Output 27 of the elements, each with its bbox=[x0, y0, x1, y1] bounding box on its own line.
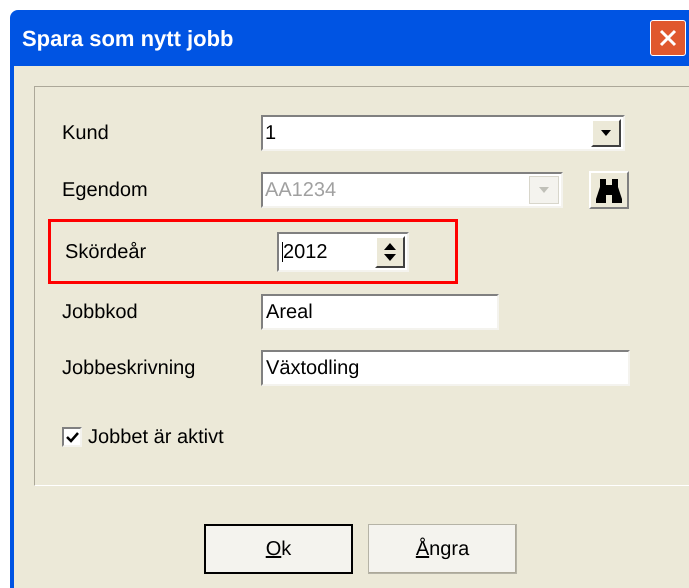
field-value: Areal bbox=[266, 302, 313, 322]
caret-icon bbox=[600, 130, 612, 136]
dialog-button[interactable]: Ångra bbox=[368, 524, 517, 574]
close-button[interactable] bbox=[650, 20, 686, 56]
field-label: Jobbeskrivning bbox=[61, 356, 196, 381]
dropdown-field[interactable]: 1 bbox=[261, 115, 625, 151]
field-label: Jobbkod bbox=[61, 300, 139, 325]
binoculars-icon bbox=[595, 177, 623, 203]
up-down-arrows-icon bbox=[383, 242, 397, 262]
window-title: Spara som nytt jobb bbox=[22, 24, 234, 53]
field-value: AA1234 bbox=[265, 180, 336, 200]
field-label: Egendom bbox=[61, 178, 149, 203]
close-icon bbox=[659, 29, 677, 47]
checkmark-icon bbox=[66, 432, 78, 442]
checkbox-label: Jobbet är aktivt bbox=[88, 425, 224, 450]
checkbox[interactable] bbox=[62, 427, 82, 447]
field-value: Växtodling bbox=[266, 358, 360, 378]
caret-icon bbox=[538, 186, 550, 194]
text-field[interactable]: Areal bbox=[261, 294, 499, 330]
field-value: 2012 bbox=[282, 242, 328, 262]
text-field[interactable]: Växtodling bbox=[261, 350, 630, 386]
field-label: Kund bbox=[61, 121, 110, 146]
spin-button[interactable] bbox=[375, 236, 405, 268]
field-value: 1 bbox=[265, 123, 276, 143]
field-label: Skördeår bbox=[64, 240, 148, 264]
dialog-button[interactable]: Ok bbox=[204, 524, 353, 574]
year-spin-field[interactable]: 2012 bbox=[277, 232, 409, 272]
